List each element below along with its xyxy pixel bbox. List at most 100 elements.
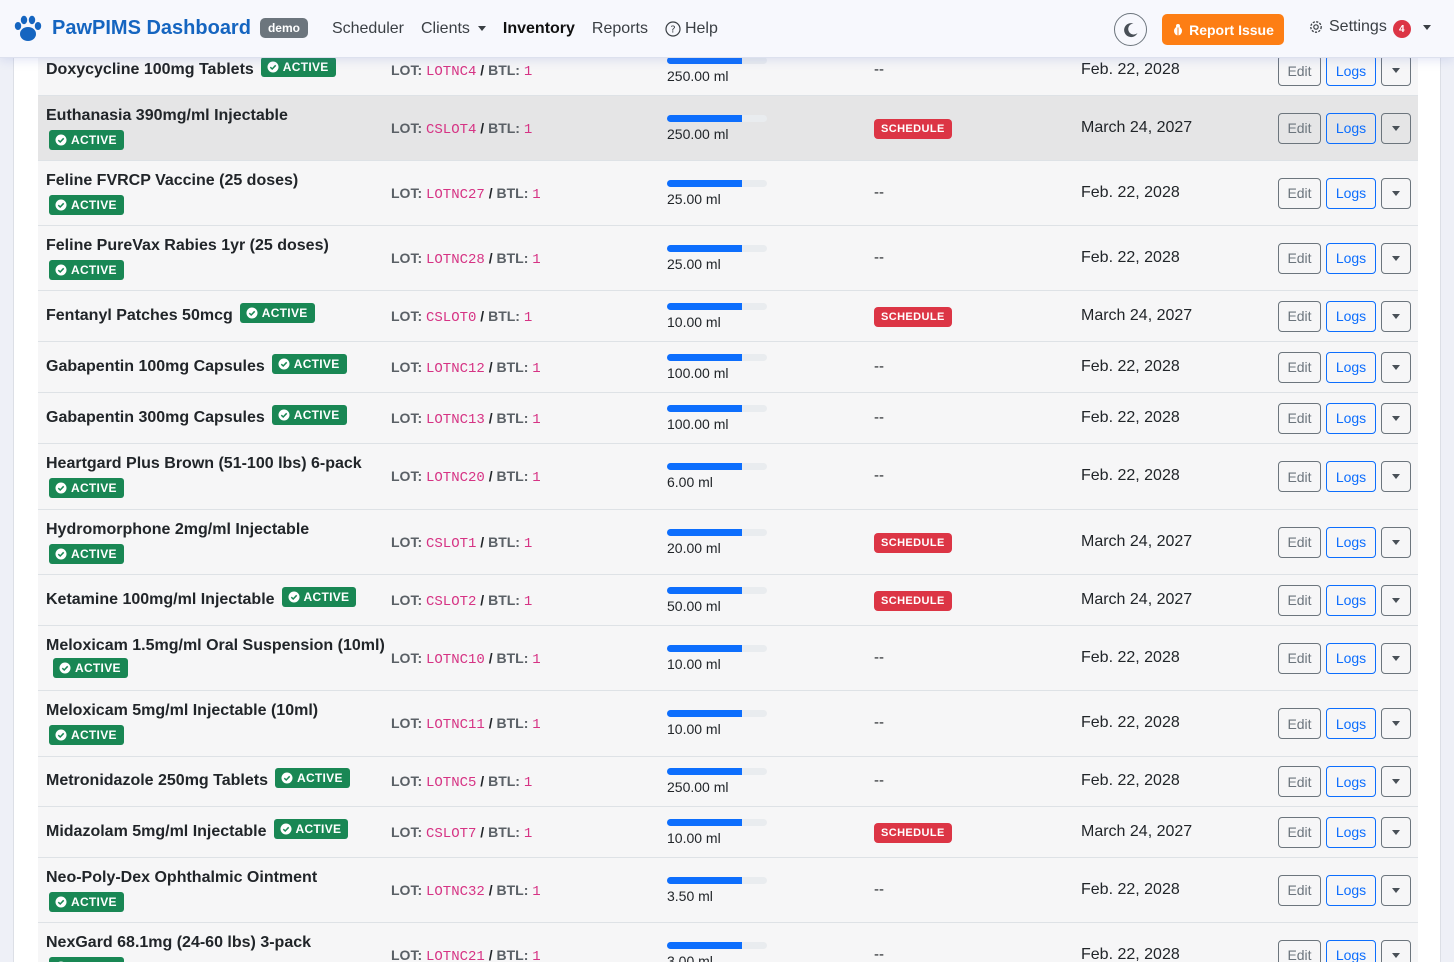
logs-button[interactable]: Logs: [1326, 708, 1376, 739]
item-name[interactable]: Heartgard Plus Brown (51-100 lbs) 6-pack: [46, 452, 391, 476]
edit-button[interactable]: Edit: [1278, 461, 1321, 492]
row-actions-dropdown[interactable]: [1381, 874, 1411, 906]
row-actions: Edit Logs: [1278, 300, 1411, 332]
btl-code: 1: [523, 309, 533, 326]
edit-button[interactable]: Edit: [1278, 242, 1321, 274]
logs-button[interactable]: Logs: [1326, 402, 1376, 434]
logs-button[interactable]: Logs: [1326, 242, 1376, 274]
logs-button[interactable]: Logs: [1326, 642, 1376, 674]
row-actions-dropdown[interactable]: [1381, 402, 1411, 434]
row-actions-dropdown[interactable]: [1381, 351, 1411, 383]
row-actions-dropdown[interactable]: [1381, 766, 1411, 797]
edit-button[interactable]: Edit: [1278, 939, 1321, 962]
status-label: ACTIVE: [71, 133, 117, 147]
dark-mode-toggle[interactable]: [1114, 13, 1147, 46]
logs-button[interactable]: Logs: [1326, 461, 1376, 492]
item-name[interactable]: Meloxicam 5mg/ml Injectable (10ml): [46, 699, 391, 723]
row-actions-dropdown[interactable]: [1381, 112, 1411, 144]
row-actions-dropdown[interactable]: [1381, 177, 1411, 209]
logs-button[interactable]: Logs: [1326, 112, 1376, 144]
edit-button[interactable]: Edit: [1278, 177, 1321, 209]
btl-code: 1: [532, 651, 541, 668]
item-name[interactable]: Gabapentin 100mg Capsules: [46, 358, 265, 375]
nav-reports[interactable]: Reports: [592, 20, 648, 38]
item-name[interactable]: Gabapentin 300mg Capsules: [46, 409, 265, 426]
logs-button[interactable]: Logs: [1326, 177, 1376, 209]
row-actions-dropdown[interactable]: [1381, 584, 1411, 616]
edit-button[interactable]: Edit: [1278, 112, 1321, 144]
check-circle-icon: [59, 662, 71, 674]
row-actions-dropdown[interactable]: [1381, 708, 1411, 739]
logs-button[interactable]: Logs: [1326, 584, 1376, 616]
btl-code: 1: [532, 883, 541, 900]
brand-title[interactable]: PawPIMS Dashboard: [52, 17, 251, 40]
nav-scheduler[interactable]: Scheduler: [332, 20, 404, 38]
schedule-badge: SCHEDULE: [874, 306, 952, 327]
row-actions-dropdown[interactable]: [1381, 939, 1411, 962]
item-name[interactable]: Midazolam 5mg/ml Injectable: [46, 823, 267, 840]
logs-button[interactable]: Logs: [1326, 939, 1376, 962]
logs-button[interactable]: Logs: [1326, 766, 1376, 797]
quantity-progress-fill: [667, 57, 742, 64]
quantity-text: 10.00 ml: [667, 721, 721, 737]
row-actions-dropdown[interactable]: [1381, 461, 1411, 492]
schedule-none: --: [874, 183, 884, 201]
edit-button[interactable]: Edit: [1278, 874, 1321, 906]
item-name[interactable]: Meloxicam 1.5mg/ml Oral Suspension (10ml…: [46, 637, 385, 654]
edit-button[interactable]: Edit: [1278, 584, 1321, 616]
chevron-down-icon: [1422, 24, 1431, 30]
item-name-cell: Meloxicam 5mg/ml Injectable (10ml) ACTIVE: [46, 699, 391, 750]
btl-label: BTL:: [496, 881, 529, 898]
quantity-progress-bar: [667, 941, 767, 949]
edit-button[interactable]: Edit: [1278, 55, 1321, 86]
logs-button[interactable]: Logs: [1326, 55, 1376, 86]
row-actions-dropdown[interactable]: [1381, 816, 1411, 848]
edit-button[interactable]: Edit: [1278, 642, 1321, 674]
brand[interactable]: PawPIMS Dashboard demo: [12, 13, 308, 45]
item-name[interactable]: Feline PureVax Rabies 1yr (25 doses): [46, 234, 391, 258]
edit-button[interactable]: Edit: [1278, 351, 1321, 383]
nav-inventory[interactable]: Inventory: [503, 20, 575, 38]
chevron-down-icon: [1392, 597, 1400, 603]
logs-button[interactable]: Logs: [1326, 816, 1376, 848]
item-name[interactable]: Feline FVRCP Vaccine (25 doses): [46, 169, 391, 193]
chevron-down-icon: [1392, 952, 1400, 958]
btl-label: BTL:: [496, 249, 529, 266]
item-name[interactable]: Doxycycline 100mg Tablets: [46, 61, 254, 78]
chevron-down-icon: [1392, 539, 1400, 545]
logs-button[interactable]: Logs: [1326, 351, 1376, 383]
row-actions: Edit Logs: [1278, 816, 1411, 848]
status-label: ACTIVE: [71, 895, 117, 909]
logs-button[interactable]: Logs: [1326, 300, 1376, 332]
expiration-date: March 24, 2027: [1081, 532, 1193, 550]
row-actions-dropdown[interactable]: [1381, 300, 1411, 332]
edit-button[interactable]: Edit: [1278, 766, 1321, 797]
edit-button[interactable]: Edit: [1278, 816, 1321, 848]
item-name[interactable]: Euthanasia 390mg/ml Injectable: [46, 104, 391, 128]
edit-button[interactable]: Edit: [1278, 708, 1321, 739]
item-name[interactable]: Metronidazole 250mg Tablets: [46, 772, 268, 789]
nav-help[interactable]: ? Help: [665, 20, 718, 38]
question-circle-icon: ?: [665, 20, 681, 37]
row-actions-dropdown[interactable]: [1381, 55, 1411, 86]
row-actions-dropdown[interactable]: [1381, 242, 1411, 274]
row-actions-dropdown[interactable]: [1381, 526, 1411, 558]
report-issue-button[interactable]: Report Issue: [1162, 14, 1284, 45]
lot-label: LOT:: [391, 946, 423, 962]
edit-button[interactable]: Edit: [1278, 402, 1321, 434]
item-name[interactable]: Neo-Poly-Dex Ophthalmic Ointment: [46, 866, 391, 890]
nav-clients[interactable]: Clients: [421, 20, 486, 38]
edit-button[interactable]: Edit: [1278, 300, 1321, 332]
schedule-cell: SCHEDULE: [874, 306, 952, 327]
settings-menu[interactable]: Settings 4: [1308, 18, 1431, 38]
quantity-text: 250.00 ml: [667, 125, 729, 142]
edit-button[interactable]: Edit: [1278, 526, 1321, 558]
item-name[interactable]: Ketamine 100mg/ml Injectable: [46, 591, 275, 608]
logs-button[interactable]: Logs: [1326, 874, 1376, 906]
item-name[interactable]: Fentanyl Patches 50mcg: [46, 307, 233, 324]
item-name[interactable]: NexGard 68.1mg (24-60 lbs) 3-pack: [46, 931, 391, 955]
item-name[interactable]: Hydromorphone 2mg/ml Injectable: [46, 518, 391, 542]
status-badge: ACTIVE: [271, 404, 347, 425]
row-actions-dropdown[interactable]: [1381, 642, 1411, 674]
logs-button[interactable]: Logs: [1326, 526, 1376, 558]
